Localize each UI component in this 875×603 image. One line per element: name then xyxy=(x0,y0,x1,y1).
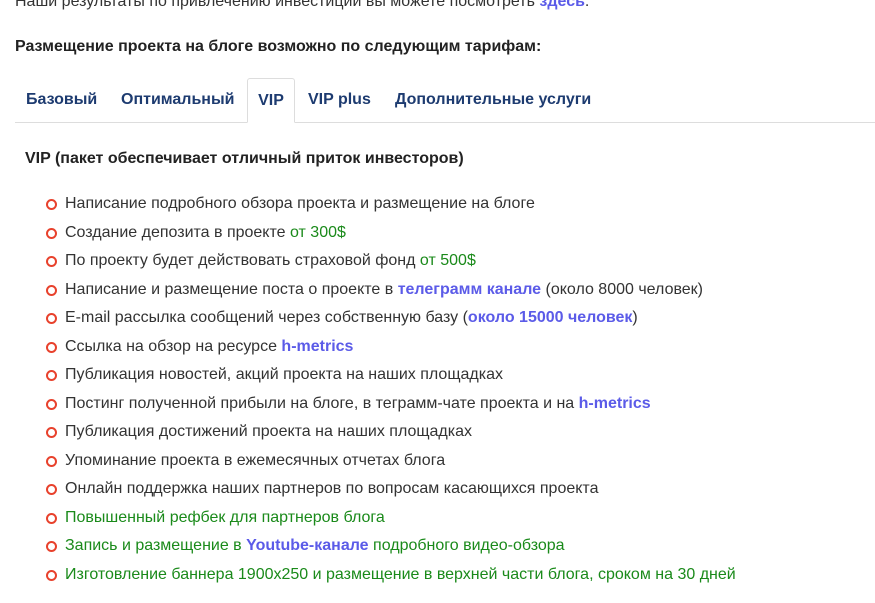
circle-bullet-icon xyxy=(46,455,57,467)
tab-vip[interactable]: VIP xyxy=(247,78,295,123)
list-item: Ссылка на обзор на ресурсе h-metrics xyxy=(46,335,736,364)
list-item: Запись и размещение в Youtube-канале под… xyxy=(46,534,736,563)
item-text: Публикация новостей, акций проекта на на… xyxy=(65,366,503,383)
circle-bullet-icon xyxy=(46,569,57,581)
circle-bullet-icon xyxy=(46,199,57,210)
feature-list: Написание подробного обзора проекта и ра… xyxy=(46,192,736,591)
tariffs-heading: Размещение проекта на блоге возможно по … xyxy=(15,38,542,55)
item-text: Повышенный рефбек для партнеров блога xyxy=(65,508,385,526)
item-text-tail: (около 8000 человек) xyxy=(541,280,704,298)
subscribers-link[interactable]: около 15000 человек xyxy=(468,309,633,326)
list-item: Повышенный рефбек для партнеров блога xyxy=(46,506,736,535)
tab-optimal[interactable]: Оптимальный xyxy=(121,78,234,122)
list-item: По проекту будет действовать страховой ф… xyxy=(46,249,736,278)
circle-bullet-icon xyxy=(46,484,57,495)
telegram-channel-link[interactable]: телеграмм канале xyxy=(398,281,541,298)
circle-bullet-icon xyxy=(46,227,57,239)
youtube-channel-link[interactable]: Youtube-канале xyxy=(246,537,368,554)
circle-bullet-icon xyxy=(46,341,57,353)
list-item: Постинг полученной прибыли на блоге, в т… xyxy=(46,392,736,421)
item-text: Написание подробного обзора проекта и ра… xyxy=(65,195,535,212)
list-item: Публикация достижений проекта на наших п… xyxy=(46,420,736,449)
circle-bullet-icon xyxy=(46,398,57,410)
results-link[interactable]: здесь xyxy=(539,0,585,10)
list-item: Создание депозита в проекте от 300$ xyxy=(46,221,736,250)
list-item: Написание и размещение поста о проекте в… xyxy=(46,278,736,307)
intro-sentence: Наши результаты по привлечению инвестици… xyxy=(15,0,540,10)
item-text: Постинг полученной прибыли на блоге, в т… xyxy=(65,394,579,412)
list-item: Упоминание проекта в ежемесячных отчетах… xyxy=(46,449,736,478)
intro-tail: . xyxy=(584,0,590,10)
tariff-tabs: Базовый Оптимальный VIP VIP plus Дополни… xyxy=(15,78,875,123)
circle-bullet-icon xyxy=(46,512,57,524)
item-highlight: от 500$ xyxy=(419,252,476,269)
item-text: По проекту будет действовать страховой ф… xyxy=(65,252,420,269)
list-item: Написание подробного обзора проекта и ра… xyxy=(46,192,736,221)
item-text: E-mail рассылка сообщений через собствен… xyxy=(65,309,468,326)
item-text: Запись и размещение в xyxy=(65,537,247,554)
item-text-tail: подробного видео-обзора xyxy=(368,537,565,554)
item-text: Ссылка на обзор на ресурсе xyxy=(65,337,282,355)
tab-additional-services[interactable]: Дополнительные услуги xyxy=(395,78,591,122)
circle-bullet-icon xyxy=(46,313,57,324)
list-item: Онлайн поддержка наших партнеров по вопр… xyxy=(46,477,736,506)
item-text: Написание и размещение поста о проекте в xyxy=(65,280,398,298)
list-item: E-mail рассылка сообщений через собствен… xyxy=(46,306,736,335)
circle-bullet-icon xyxy=(46,541,57,552)
circle-bullet-icon xyxy=(46,370,57,381)
circle-bullet-icon xyxy=(46,256,57,267)
item-text: Создание депозита в проекте xyxy=(65,223,290,241)
list-item: Публикация новостей, акций проекта на на… xyxy=(46,363,736,392)
item-text: Публикация достижений проекта на наших п… xyxy=(65,423,473,440)
item-text: Изготовление баннера 1900x250 и размещен… xyxy=(65,565,736,583)
tab-vip-plus[interactable]: VIP plus xyxy=(308,78,371,122)
item-text: Упоминание проекта в ежемесячных отчетах… xyxy=(65,451,446,469)
panel-title: VIP (пакет обеспечивает отличный приток … xyxy=(25,150,464,167)
h-metrics-link[interactable]: h-metrics xyxy=(579,395,651,412)
item-text: Онлайн поддержка наших партнеров по вопр… xyxy=(65,480,599,497)
circle-bullet-icon xyxy=(46,284,57,296)
list-item: Изготовление баннера 1900x250 и размещен… xyxy=(46,563,736,592)
circle-bullet-icon xyxy=(46,427,57,438)
item-highlight: от 300$ xyxy=(289,223,346,241)
item-text-tail: ) xyxy=(632,309,638,326)
intro-text: Наши результаты по привлечению инвестици… xyxy=(15,0,589,12)
tab-basic[interactable]: Базовый xyxy=(26,78,97,122)
h-metrics-link[interactable]: h-metrics xyxy=(281,338,353,355)
